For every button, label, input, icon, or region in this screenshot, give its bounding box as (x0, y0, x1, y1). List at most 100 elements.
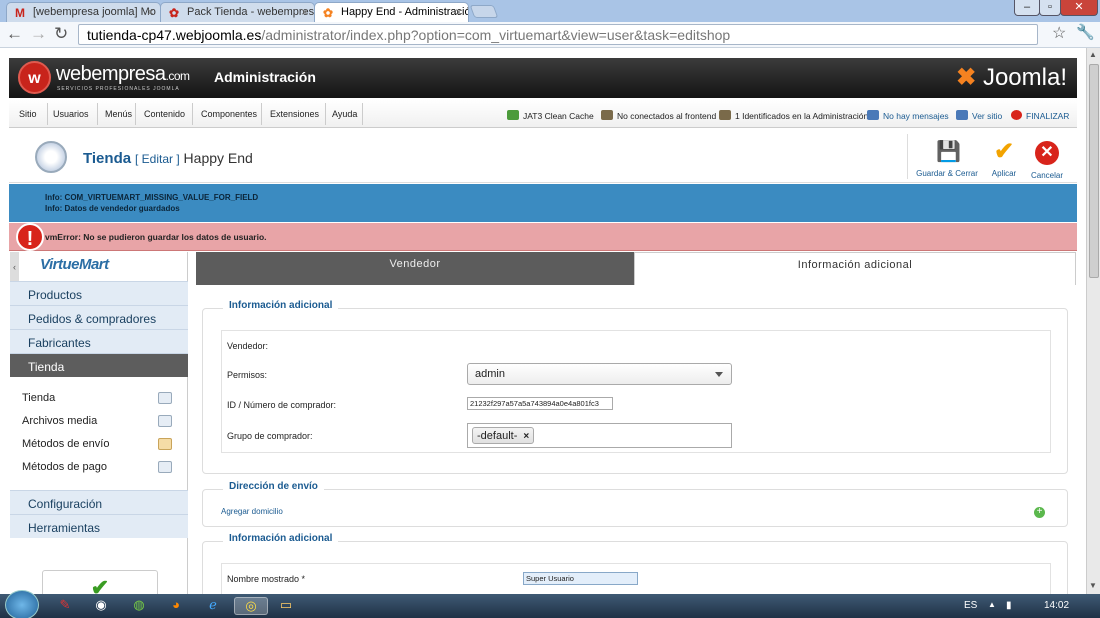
ie-icon[interactable]: ℯ (200, 597, 226, 615)
new-tab-button[interactable] (469, 5, 499, 18)
truck-icon (158, 438, 172, 450)
menu-contenido[interactable]: Contenido (144, 109, 185, 119)
close-icon[interactable]: × (455, 5, 462, 19)
save-close-button[interactable]: 💾 Guardar & Cerrar (913, 129, 981, 183)
collapse-sidebar-handle[interactable]: ‹ (10, 252, 19, 282)
add-address-plus-icon[interactable]: + (1034, 507, 1045, 518)
bookmark-star-icon[interactable]: ☆ (1052, 23, 1066, 43)
browser-tab-label: [webempresa joomla] Mo (33, 6, 156, 18)
virtuemart-logo: VirtueMart (40, 256, 109, 273)
sidebar-item-archivos-media[interactable]: Archivos media (22, 415, 172, 427)
browser-tab-pack-tienda[interactable]: ✿ Pack Tienda - webempres × (160, 2, 315, 22)
frontend-users-status: No conectados al frontend (601, 110, 716, 121)
display-name-table: Nombre mostrado * Super Usuario (221, 563, 1051, 594)
wrench-icon[interactable]: 🔧 (1076, 23, 1095, 41)
fieldset-informacion-adicional: Información adicional Vendedor: Permisos… (202, 300, 1068, 474)
error-message-bar: ! vmError: No se pudieron guardar los da… (9, 223, 1077, 251)
buyer-id-input[interactable]: 21232f297a57a5a743894a0e4a801fc3 (467, 397, 613, 410)
tab-vendedor[interactable]: Vendedor (196, 252, 634, 285)
cancel-button[interactable]: ✕ Cancelar (1027, 129, 1067, 183)
menu-menus[interactable]: Menús (105, 109, 132, 119)
fieldset-legend: Información adicional (223, 300, 339, 311)
jat3-clean-cache-link[interactable]: JAT3 Clean Cache (507, 110, 594, 121)
sidebar-section-productos[interactable]: Productos (10, 281, 188, 305)
network-icon[interactable]: ▮ (1006, 600, 1012, 611)
menu-usuarios[interactable]: Usuarios (53, 109, 89, 119)
pin-icon[interactable]: ✎ (52, 597, 78, 615)
close-icon[interactable]: × (301, 5, 308, 19)
permissions-select[interactable]: admin (467, 363, 732, 385)
chrome-icon[interactable]: ◎ (234, 597, 268, 615)
permissions-label: Permisos: (227, 370, 268, 380)
admin-header: w webempresa.com SERVICIOS PROFESIONALES… (9, 58, 1077, 98)
display-name-input[interactable]: Super Usuario (523, 572, 638, 585)
maximize-button[interactable]: ▫ (1039, 0, 1061, 16)
language-indicator[interactable]: ES (964, 600, 977, 611)
close-icon[interactable]: × (147, 5, 154, 19)
store-icon (158, 392, 172, 404)
logout-icon (1011, 110, 1022, 120)
error-message: vmError: No se pudieron guardar los dato… (45, 232, 267, 242)
admin-menubar: Sitio Usuarios Menús Contenido Component… (9, 100, 1077, 128)
menu-ayuda[interactable]: Ayuda (332, 109, 357, 119)
sidebar-section-configuracion[interactable]: Configuración (10, 490, 188, 514)
fieldset-legend: Dirección de envío (223, 481, 324, 492)
sidebar-section-herramientas[interactable]: Herramientas (10, 514, 188, 538)
app-icon[interactable]: ◍ (126, 597, 152, 615)
back-icon[interactable]: ← (6, 24, 23, 44)
error-icon: ! (16, 223, 44, 251)
main-content: Vendedor Información adicional Informaci… (196, 252, 1076, 594)
url-domain: tutienda-cp47.webjoomla.es (87, 27, 262, 43)
store-logo-icon (35, 141, 67, 173)
menu-componentes[interactable]: Componentes (201, 109, 257, 119)
scroll-up-icon[interactable]: ▲ (1089, 50, 1097, 59)
cache-icon (507, 110, 519, 120)
url-input[interactable]: tutienda-cp47.webjoomla.es/administrator… (78, 24, 1038, 45)
clock[interactable]: 14:02 (1044, 600, 1069, 611)
scroll-thumb[interactable] (1089, 64, 1099, 278)
folder-icon[interactable]: ▭ (273, 597, 299, 615)
minimize-button[interactable]: – (1014, 0, 1040, 16)
view-site-link[interactable]: Ver sitio (956, 110, 1002, 121)
buyer-group-tag: -default- × (472, 427, 535, 444)
firefox-icon[interactable]: ◕ (163, 597, 189, 615)
close-window-button[interactable]: ✕ (1060, 0, 1098, 16)
reload-icon[interactable]: ↻ (54, 24, 68, 44)
cancel-icon: ✕ (1035, 141, 1059, 165)
check-icon: ✔ (993, 138, 1015, 165)
tray-expand-icon[interactable]: ▲ (988, 600, 996, 609)
joomla-icon: ✿ (323, 6, 334, 20)
add-address-link[interactable]: Agregar domicilio (221, 507, 283, 516)
forward-icon[interactable]: → (30, 24, 47, 44)
sidebar-item-tienda[interactable]: Tienda (22, 392, 172, 404)
sidebar-section-pedidos[interactable]: Pedidos & compradores (10, 305, 188, 329)
buyer-group-label: Grupo de comprador: (227, 431, 313, 441)
sidebar-section-tienda[interactable]: Tienda (10, 353, 188, 377)
sidebar-item-metodos-envio[interactable]: Métodos de envío (22, 438, 172, 450)
logout-link[interactable]: FINALIZAR (1011, 110, 1069, 121)
users-icon (719, 110, 731, 120)
remove-tag-icon[interactable]: × (523, 431, 529, 442)
page-scrollbar[interactable]: ▲ ▼ (1086, 48, 1100, 594)
tab-informacion-adicional[interactable]: Información adicional (634, 252, 1076, 285)
start-button[interactable] (5, 590, 39, 618)
media-player-icon[interactable]: ◉ (88, 597, 114, 615)
webempresa-logo-icon: w (18, 61, 51, 94)
menu-extensiones[interactable]: Extensiones (270, 109, 319, 119)
windows-taskbar: ✎ ◉ ◍ ◕ ℯ ◎ ▭ ES ▲ ▮ 14:02 (0, 590, 1100, 618)
users-icon (601, 110, 613, 120)
vendor-label: Vendedor: (227, 341, 269, 351)
scroll-down-icon[interactable]: ▼ (1089, 581, 1097, 590)
menu-sitio[interactable]: Sitio (19, 109, 37, 119)
messages-link[interactable]: No hay mensajes (867, 110, 949, 121)
browser-tab-happy-end[interactable]: ✿ Happy End - Administració × (314, 2, 469, 22)
sidebar-section-fabricantes[interactable]: Fabricantes (10, 329, 188, 353)
sidebar-item-metodos-pago[interactable]: Métodos de pago (22, 461, 172, 473)
browser-tab-gmail[interactable]: M [webempresa joomla] Mo × (6, 2, 161, 22)
address-bar-area: ← → ↻ tutienda-cp47.webjoomla.es/adminis… (0, 22, 1100, 48)
apply-button[interactable]: ✔ Aplicar (984, 129, 1024, 183)
webempresa-logo: webempresa.com (56, 63, 190, 85)
virtuemart-sidebar: ‹ VirtueMart Productos Pedidos & comprad… (10, 252, 188, 600)
user-fields-table: Vendedor: Permisos: admin ID / Número de… (221, 330, 1051, 453)
buyer-group-multiselect[interactable]: -default- × (467, 423, 732, 448)
